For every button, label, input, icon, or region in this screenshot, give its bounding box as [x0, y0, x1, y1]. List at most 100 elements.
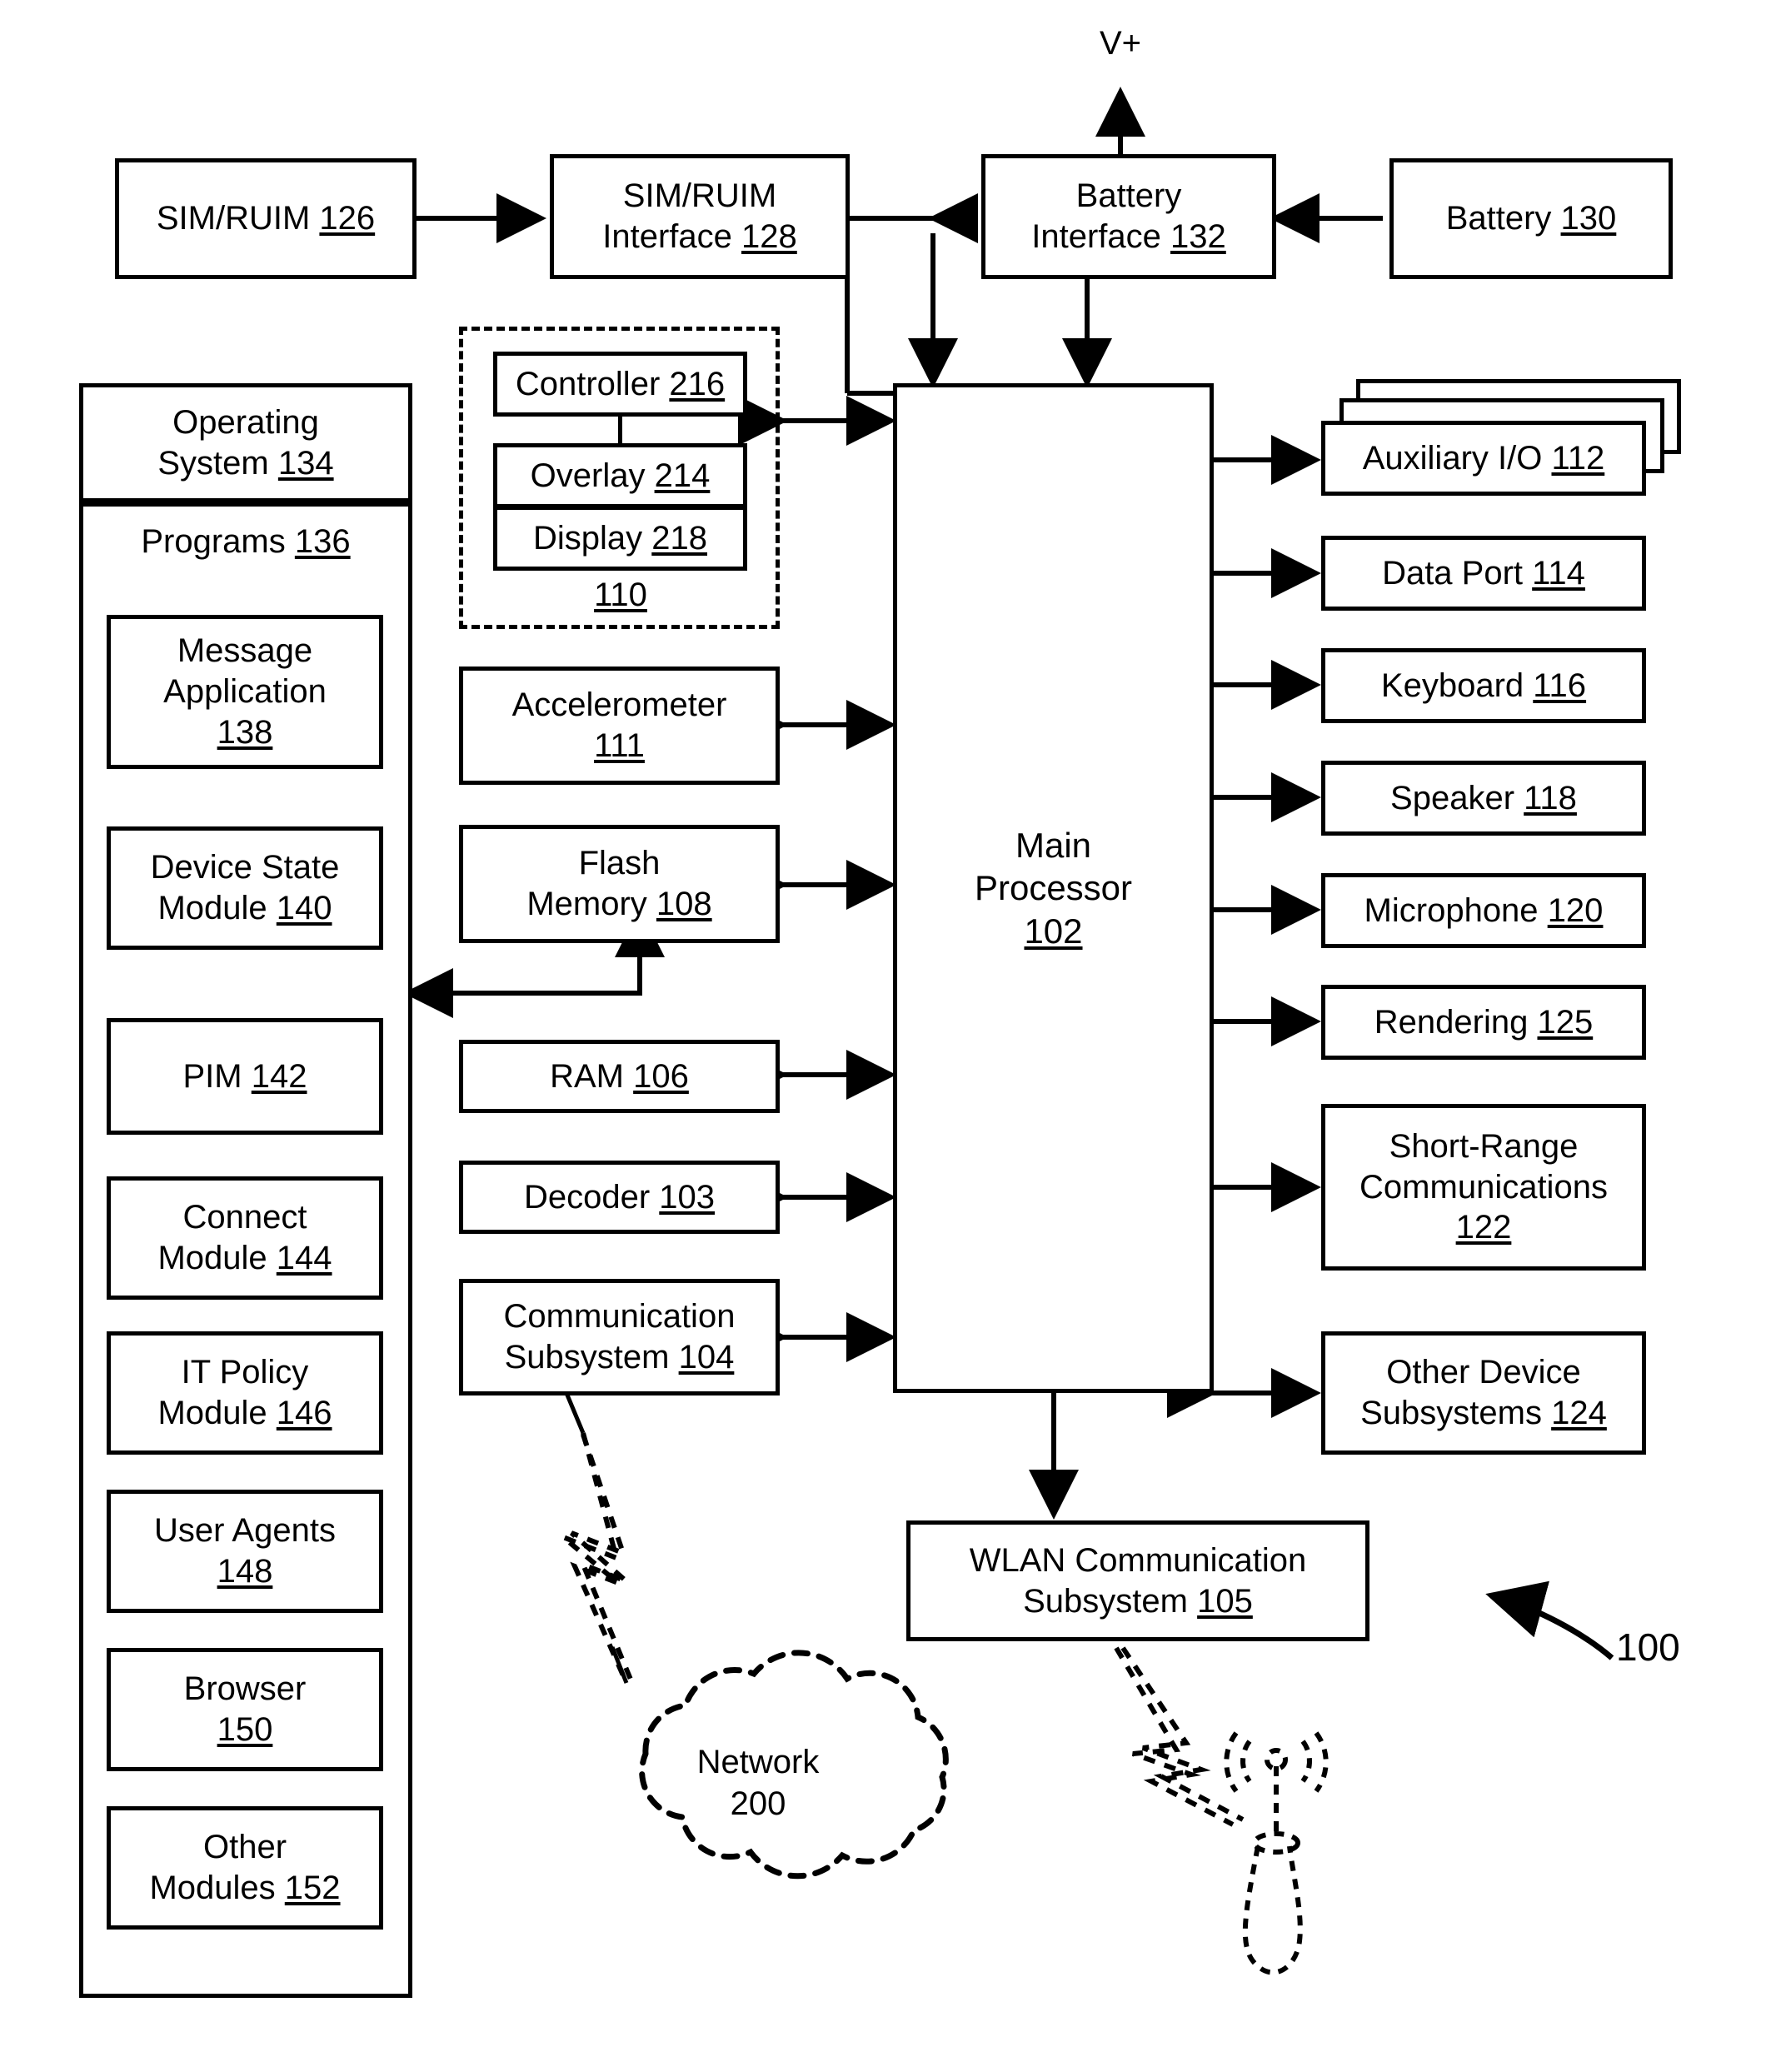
overlay-ref: 214	[654, 457, 711, 494]
peripheral-label1: Rendering	[1374, 1003, 1529, 1041]
accelerometer-label: Accelerometer	[511, 687, 727, 724]
overlay-label: Overlay	[530, 457, 646, 494]
peripheral-label1: Other Device	[1386, 1354, 1581, 1391]
flash-memory-label2: Memory	[526, 886, 647, 922]
peripheral-label1: Short-Range	[1389, 1127, 1579, 1165]
decoder-ref: 103	[659, 1178, 716, 1216]
battery-interface-label2: Interface	[1031, 218, 1161, 255]
module-connect[interactable]: Connect Module 144	[107, 1176, 383, 1300]
display-group-ref: 110	[594, 577, 647, 613]
module-line2: Application	[163, 673, 327, 711]
peripheral-microphone[interactable]: Microphone 120	[1321, 873, 1646, 948]
module-ref: 140	[276, 890, 332, 926]
sim-ruim-box[interactable]: SIM/RUIM 126	[115, 158, 417, 279]
ram-box[interactable]: RAM 106	[459, 1040, 780, 1113]
network-ref: 200	[730, 1785, 786, 1822]
sim-ruim-ref: 126	[319, 200, 376, 237]
peripheral-ref: 112	[1551, 439, 1605, 477]
programs-label: Programs	[141, 523, 286, 560]
controller-overlay-connector	[618, 415, 622, 447]
battery-ref: 130	[1560, 200, 1617, 237]
module-ref: 144	[276, 1240, 332, 1276]
peripheral-label2: Subsystems	[1360, 1395, 1542, 1431]
peripheral-label1: Microphone	[1364, 891, 1539, 929]
patent-block-diagram: SIM/RUIM 126 SIM/RUIM Interface 128 Batt…	[0, 0, 1766, 2072]
sim-ruim-interface-ref: 128	[741, 218, 797, 255]
peripheral-other-device-subsystems[interactable]: Other Device Subsystems 124	[1321, 1331, 1646, 1455]
module-line2: Module	[157, 1240, 267, 1276]
battery-interface-label: Battery	[1075, 177, 1182, 215]
module-line2: Module	[157, 1395, 267, 1431]
peripheral-ref: 125	[1537, 1003, 1594, 1041]
peripheral-label1: Auxiliary I/O	[1362, 439, 1543, 477]
battery-interface-box[interactable]: Battery Interface 132	[981, 154, 1276, 279]
module-line1: Other	[202, 1829, 287, 1866]
module-line2: Module	[157, 890, 267, 926]
peripheral-auxiliary-io[interactable]: Auxiliary I/O 112	[1321, 421, 1646, 496]
peripheral-data-port[interactable]: Data Port 114	[1321, 536, 1646, 611]
module-line1: IT Policy	[181, 1354, 309, 1391]
operating-system-label2: System	[157, 444, 269, 482]
sim-ruim-interface-label: SIM/RUIM	[622, 177, 777, 215]
module-line1: Connect	[182, 1199, 307, 1236]
module-other-modules[interactable]: Other Modules 152	[107, 1806, 383, 1930]
main-processor-ref: 102	[1024, 911, 1083, 951]
controller-box[interactable]: Controller 216	[493, 352, 747, 417]
display-box[interactable]: Display 218	[493, 506, 747, 571]
module-ref: 142	[251, 1057, 307, 1095]
sim-ruim-label: SIM/RUIM	[156, 200, 311, 237]
module-ref: 152	[284, 1870, 341, 1906]
peripheral-keyboard[interactable]: Keyboard 116	[1321, 648, 1646, 723]
flash-memory-ref: 108	[656, 886, 712, 922]
wlan-label2: Subsystem	[1023, 1582, 1188, 1620]
battery-interface-ref: 132	[1170, 218, 1226, 255]
network-label: Network	[696, 1744, 820, 1780]
decoder-label: Decoder	[523, 1178, 651, 1216]
module-device-state[interactable]: Device State Module 140	[107, 826, 383, 950]
module-message-application[interactable]: Message Application 138	[107, 615, 383, 769]
controller-label: Controller	[515, 365, 661, 402]
controller-ref: 216	[669, 365, 726, 402]
overlay-box[interactable]: Overlay 214	[493, 443, 747, 508]
main-processor-label2: Processor	[974, 868, 1133, 908]
wlan-ref: 105	[1197, 1582, 1253, 1620]
main-processor-box[interactable]: Main Processor 102	[893, 383, 1214, 1393]
ram-label: RAM	[550, 1057, 624, 1095]
figure-reference-numeral: 100	[1616, 1625, 1680, 1669]
module-line2: Modules	[149, 1870, 276, 1906]
peripheral-ref: 116	[1533, 667, 1587, 704]
module-user-agents[interactable]: User Agents 148	[107, 1490, 383, 1613]
operating-system-box[interactable]: Operating System 134	[79, 383, 412, 502]
peripheral-rendering[interactable]: Rendering 125	[1321, 985, 1646, 1060]
communication-subsystem-box[interactable]: Communication Subsystem 104	[459, 1279, 780, 1395]
peripheral-ref: 114	[1532, 554, 1585, 592]
sim-ruim-interface-label2: Interface	[602, 218, 732, 255]
decoder-box[interactable]: Decoder 103	[459, 1161, 780, 1234]
peripheral-ref: 124	[1551, 1395, 1607, 1431]
ram-ref: 106	[633, 1057, 689, 1095]
module-line1: Device State	[150, 849, 340, 886]
module-pim[interactable]: PIM 142	[107, 1018, 383, 1135]
peripheral-short-range-communications[interactable]: Short-Range Communications 122	[1321, 1104, 1646, 1271]
flash-memory-label: Flash	[578, 845, 661, 882]
accelerometer-box[interactable]: Accelerometer 111	[459, 667, 780, 785]
sim-ruim-interface-box[interactable]: SIM/RUIM Interface 128	[550, 154, 850, 279]
display-ref: 218	[651, 519, 708, 557]
peripheral-ref: 120	[1547, 891, 1604, 929]
battery-box[interactable]: Battery 130	[1389, 158, 1673, 279]
network-cloud-label: Network 200	[633, 1741, 883, 1825]
wlan-communication-subsystem-box[interactable]: WLAN Communication Subsystem 105	[906, 1520, 1369, 1641]
operating-system-label: Operating	[172, 403, 319, 441]
flash-memory-box[interactable]: Flash Memory 108	[459, 825, 780, 943]
module-ref: 146	[276, 1395, 332, 1431]
module-ref: 150	[217, 1711, 273, 1748]
peripheral-label1: Keyboard	[1380, 667, 1524, 704]
wlan-label: WLAN Communication	[969, 1541, 1307, 1579]
communication-subsystem-ref: 104	[678, 1339, 735, 1376]
module-line1: Browser	[183, 1670, 307, 1708]
module-it-policy[interactable]: IT Policy Module 146	[107, 1331, 383, 1455]
module-browser[interactable]: Browser 150	[107, 1648, 383, 1771]
peripheral-label2: Communications	[1359, 1168, 1608, 1206]
accelerometer-ref: 111	[594, 727, 645, 764]
peripheral-speaker[interactable]: Speaker 118	[1321, 761, 1646, 836]
